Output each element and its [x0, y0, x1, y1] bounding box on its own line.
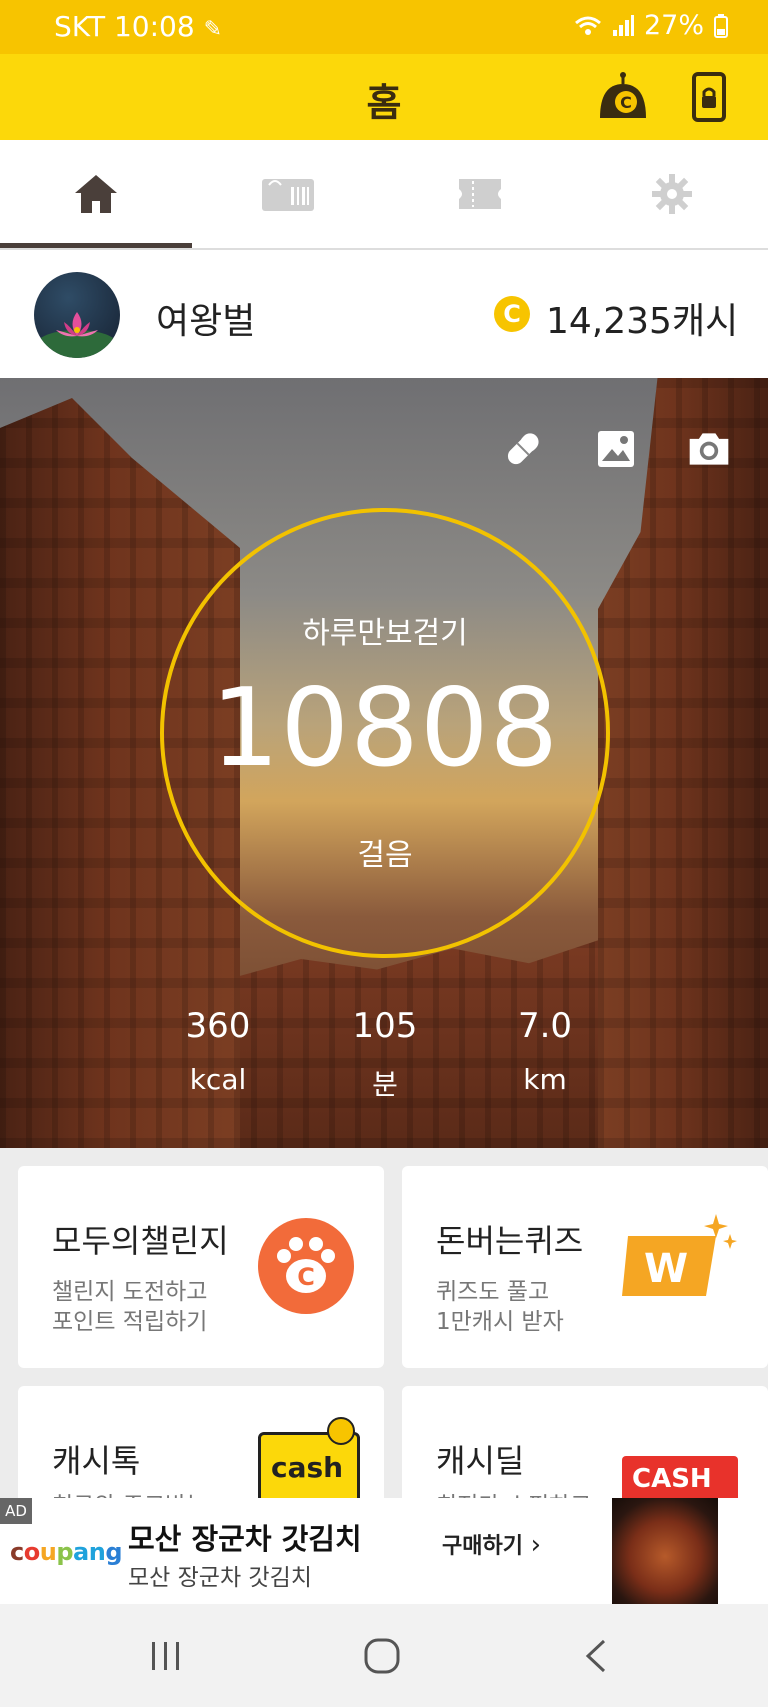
ad-title: 모산 장군차 갓김치: [128, 1522, 362, 1556]
svg-text:C: C: [297, 1263, 315, 1291]
cash-pet-button[interactable]: C: [594, 68, 652, 126]
ad-banner[interactable]: AD coupang 모산 장군차 갓김치 모산 장군차 갓김치 구매하기 ›: [0, 1498, 768, 1604]
battery-level: 27%: [643, 10, 704, 41]
svg-text:C: C: [620, 93, 632, 112]
coin-icon: [327, 1417, 355, 1445]
cash-deal-logo: CASH: [622, 1456, 738, 1498]
cash-talk-logo-text: cash: [271, 1451, 344, 1484]
home-circle-icon: [364, 1638, 400, 1674]
avatar[interactable]: [34, 272, 120, 358]
pedometer-title: 하루만보걷기: [302, 616, 468, 651]
camera-icon: [689, 433, 729, 465]
status-bar: SKT 10:08 ✎ 27%: [0, 0, 768, 54]
card-subtitle: 1만캐시 받자: [436, 1309, 564, 1335]
ad-badge: AD: [0, 1498, 32, 1524]
home-icon: [75, 175, 117, 213]
cashtalk-card[interactable]: 캐시톡 친구와 주고받는 cash: [18, 1386, 384, 1498]
tab-settings[interactable]: [576, 140, 768, 248]
distance-unit: km: [523, 1063, 567, 1096]
svg-text:W: W: [644, 1246, 688, 1292]
ad-cta-label: 구매하기: [442, 1534, 523, 1559]
cash-balance[interactable]: 14,235캐시: [546, 292, 738, 344]
card-subtitle: 챌린지 도전하고: [52, 1279, 208, 1305]
ad-subtitle: 모산 장군차 갓김치: [128, 1565, 312, 1591]
gear-icon: [652, 174, 692, 214]
card-title: 캐시톡: [52, 1442, 141, 1480]
clock: 10:08: [113, 10, 195, 43]
card-title: 캐시딜: [436, 1442, 525, 1480]
calories-value: 360: [185, 1006, 251, 1046]
coupon-icon: [262, 179, 314, 211]
card-subtitle: 최저가 쇼핑하고: [436, 1486, 591, 1498]
username: 여왕벌: [156, 301, 256, 342]
right-building: [598, 378, 768, 1148]
paw-coin-icon: C: [258, 1218, 354, 1314]
cash-coin-character-icon: C: [600, 72, 646, 118]
cash-talk-logo: cash: [258, 1417, 360, 1498]
card-subtitle: 친구와 주고받는: [52, 1486, 207, 1498]
cash-deal-logo-text: CASH: [632, 1464, 712, 1494]
page-title: 홈: [366, 81, 402, 125]
tab-bar: [0, 140, 768, 250]
signal-icon: [612, 14, 634, 36]
card-subtitle: 포인트 적립하기: [52, 1309, 208, 1335]
profile-bar: 여왕벌 C 14,235캐시: [0, 250, 768, 378]
active-tab-indicator: [0, 243, 192, 248]
cashdeal-card[interactable]: 캐시딜 최저가 쇼핑하고 CASH: [402, 1386, 768, 1498]
step-count: 10808: [210, 666, 560, 791]
quiz-logo-icon: W: [622, 1214, 737, 1296]
tab-home[interactable]: [0, 140, 192, 248]
recent-apps-icon: [152, 1642, 179, 1670]
step-unit: 걸음: [357, 838, 413, 873]
wifi-icon: [575, 16, 601, 35]
home-button[interactable]: [342, 1634, 422, 1678]
tab-coupon[interactable]: [192, 140, 384, 248]
minutes-value: 105: [352, 1006, 418, 1046]
cash-coin-icon: C: [494, 296, 530, 332]
pill-icon: [507, 433, 539, 465]
tab-ticket[interactable]: [384, 140, 576, 248]
minutes-unit: 분: [372, 1068, 398, 1101]
gallery-button[interactable]: [593, 426, 639, 472]
phone-lock-icon: [692, 72, 726, 122]
card-subtitle: 퀴즈도 풀고: [436, 1279, 550, 1305]
chevron-right-icon: ›: [530, 1530, 542, 1560]
carrier-label: SKT: [54, 10, 106, 43]
recent-apps-button[interactable]: [126, 1634, 206, 1678]
quiz-card[interactable]: 돈버는퀴즈 퀴즈도 풀고 1만캐시 받자 W: [402, 1166, 768, 1368]
distance-value: 7.0: [517, 1006, 573, 1046]
pill-button[interactable]: [500, 426, 546, 472]
camera-button[interactable]: [686, 426, 732, 472]
lock-screen-button[interactable]: [680, 68, 738, 126]
back-button[interactable]: [556, 1634, 636, 1678]
coupang-logo: coupang: [10, 1538, 122, 1566]
lotus-avatar-image: [37, 312, 117, 358]
image-icon: [598, 431, 634, 467]
ad-buy-button[interactable]: 구매하기 ›: [442, 1528, 541, 1560]
pedometer-hero: 하루만보걷기 10808 걸음 360 kcal 105 분 7.0 km: [0, 378, 768, 1148]
calories-unit: kcal: [189, 1063, 247, 1096]
card-title: 돈버는퀴즈: [436, 1222, 584, 1260]
app-header: 홈 C: [0, 54, 768, 140]
battery-icon: [714, 13, 728, 38]
back-chevron-icon: [585, 1639, 606, 1673]
ad-product-image: [612, 1498, 718, 1604]
challenge-card[interactable]: 모두의챌린지 챌린지 도전하고 포인트 적립하기 C: [18, 1166, 384, 1368]
system-nav-bar: [0, 1604, 768, 1707]
notification-icon: ✎: [203, 17, 223, 42]
ticket-icon: [459, 179, 501, 209]
card-title: 모두의챌린지: [52, 1222, 229, 1260]
